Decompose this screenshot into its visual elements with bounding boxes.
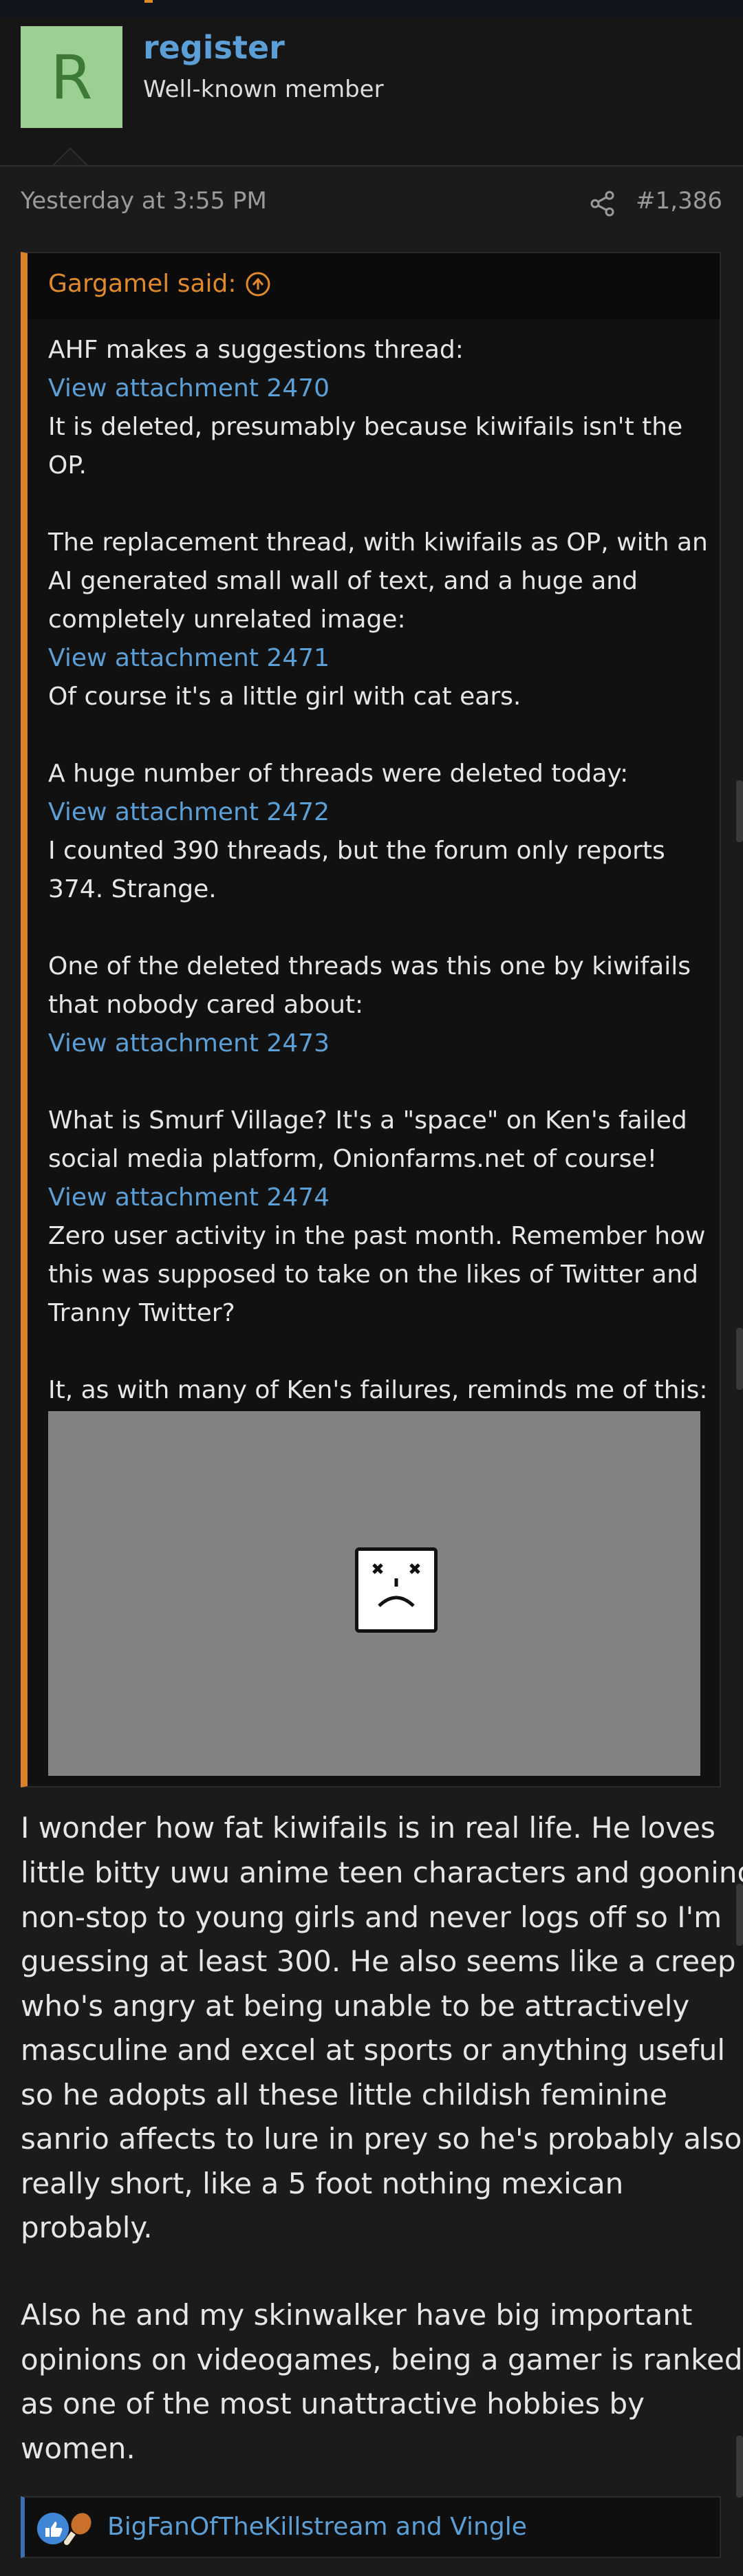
post-body-line: so he adopts all these little childish f… — [21, 2078, 667, 2112]
post-number-link[interactable]: #1,386 — [636, 187, 722, 215]
view-attachment-link[interactable]: View attachment 2472 — [48, 798, 330, 826]
quote-line: What is Smurf Village? It's a "space" on… — [48, 1106, 687, 1135]
avatar[interactable]: R — [21, 26, 122, 128]
quote-line: I counted 390 threads, but the forum onl… — [48, 837, 665, 865]
quote-line: 374. Strange. — [48, 875, 217, 903]
quote-line: completely unrelated image: — [48, 605, 406, 634]
quote-line: It is deleted, presumably because kiwifa… — [48, 413, 683, 441]
share-icon[interactable] — [589, 190, 616, 217]
quote-line: One of the deleted threads was this one … — [48, 952, 691, 980]
post-body-line: as one of the most unattractive hobbies … — [21, 2387, 645, 2421]
quote-line: that nobody cared about: — [48, 991, 364, 1019]
username-link[interactable]: register — [143, 29, 285, 66]
view-attachment-link[interactable]: View attachment 2470 — [48, 374, 330, 402]
view-attachment-link[interactable]: View attachment 2473 — [48, 1029, 330, 1058]
quote-line: Tranny Twitter? — [48, 1299, 235, 1327]
post-body-line: masculine and excel at sports or anythin… — [21, 2033, 726, 2067]
user-header-arrow-inner — [54, 149, 86, 165]
nav-indicator — [144, 0, 153, 3]
post-body-line: probably. — [21, 2211, 153, 2244]
broken-image-icon — [355, 1547, 438, 1633]
user-title: Well-known member — [143, 76, 384, 103]
quote-line: It, as with many of Ken's failures, remi… — [48, 1376, 708, 1404]
quote-line: OP. — [48, 451, 87, 480]
view-attachment-link[interactable]: View attachment 2471 — [48, 644, 330, 672]
jump-to-quote-icon[interactable] — [245, 271, 271, 297]
post-user-header: R register Well-known member — [0, 18, 743, 167]
quote-block: Gargamel said: AHF makes a suggestions t… — [21, 252, 721, 1788]
post-body-line: opinions on videogames, being a gamer is… — [21, 2343, 743, 2376]
drumstick-reaction-icon — [64, 2513, 91, 2545]
quote-header: Gargamel said: — [28, 253, 720, 319]
post-body-line: Also he and my skinwalker have big impor… — [21, 2298, 693, 2332]
post-body-line: I wonder how fat kiwifails is in real li… — [21, 1811, 715, 1845]
reaction-users-link[interactable]: BigFanOfTheKillstream and Vingle — [107, 2513, 527, 2541]
quote-line: Zero user activity in the past month. Re… — [48, 1222, 706, 1250]
scrollbar-thumb[interactable] — [736, 780, 743, 842]
quote-line: this was supposed to take on the likes o… — [48, 1260, 698, 1289]
post-body-line: really short, like a 5 foot nothing mexi… — [21, 2167, 624, 2200]
post-timestamp[interactable]: Yesterday at 3:55 PM — [21, 187, 267, 215]
post-body-line: guessing at least 300. He also seems lik… — [21, 1944, 736, 1978]
top-navigation-bar — [0, 0, 743, 18]
scrollbar-thumb[interactable] — [736, 1328, 743, 1390]
post-body-line: who's angry at being unable to be attrac… — [21, 1989, 690, 2023]
post-body-line: sanrio affects to lure in prey so he's p… — [21, 2122, 742, 2156]
quote-line: Of course it's a little girl with cat ea… — [48, 683, 521, 711]
scrollbar-thumb[interactable] — [736, 1884, 743, 1946]
reactions-bar[interactable]: BigFanOfTheKillstream and Vingle — [21, 2496, 721, 2558]
quote-line: AI generated small wall of text, and a h… — [48, 567, 638, 595]
quote-author[interactable]: Gargamel said: — [48, 270, 237, 298]
view-attachment-link[interactable]: View attachment 2474 — [48, 1183, 330, 1212]
scrollbar-thumb[interactable] — [736, 2436, 743, 2498]
quote-line: social media platform, Onionfarms.net of… — [48, 1145, 658, 1173]
post-body-line: women. — [21, 2432, 136, 2465]
quote-line: A huge number of threads were deleted to… — [48, 760, 629, 788]
quote-line: AHF makes a suggestions thread: — [48, 336, 464, 364]
quote-line: The replacement thread, with kiwifails a… — [48, 528, 708, 557]
post-body-line: non-stop to young girls and never logs o… — [21, 1900, 722, 1934]
broken-image-placeholder[interactable] — [48, 1411, 700, 1776]
post-body-line: little bitty uwu anime teen characters a… — [21, 1856, 743, 1889]
